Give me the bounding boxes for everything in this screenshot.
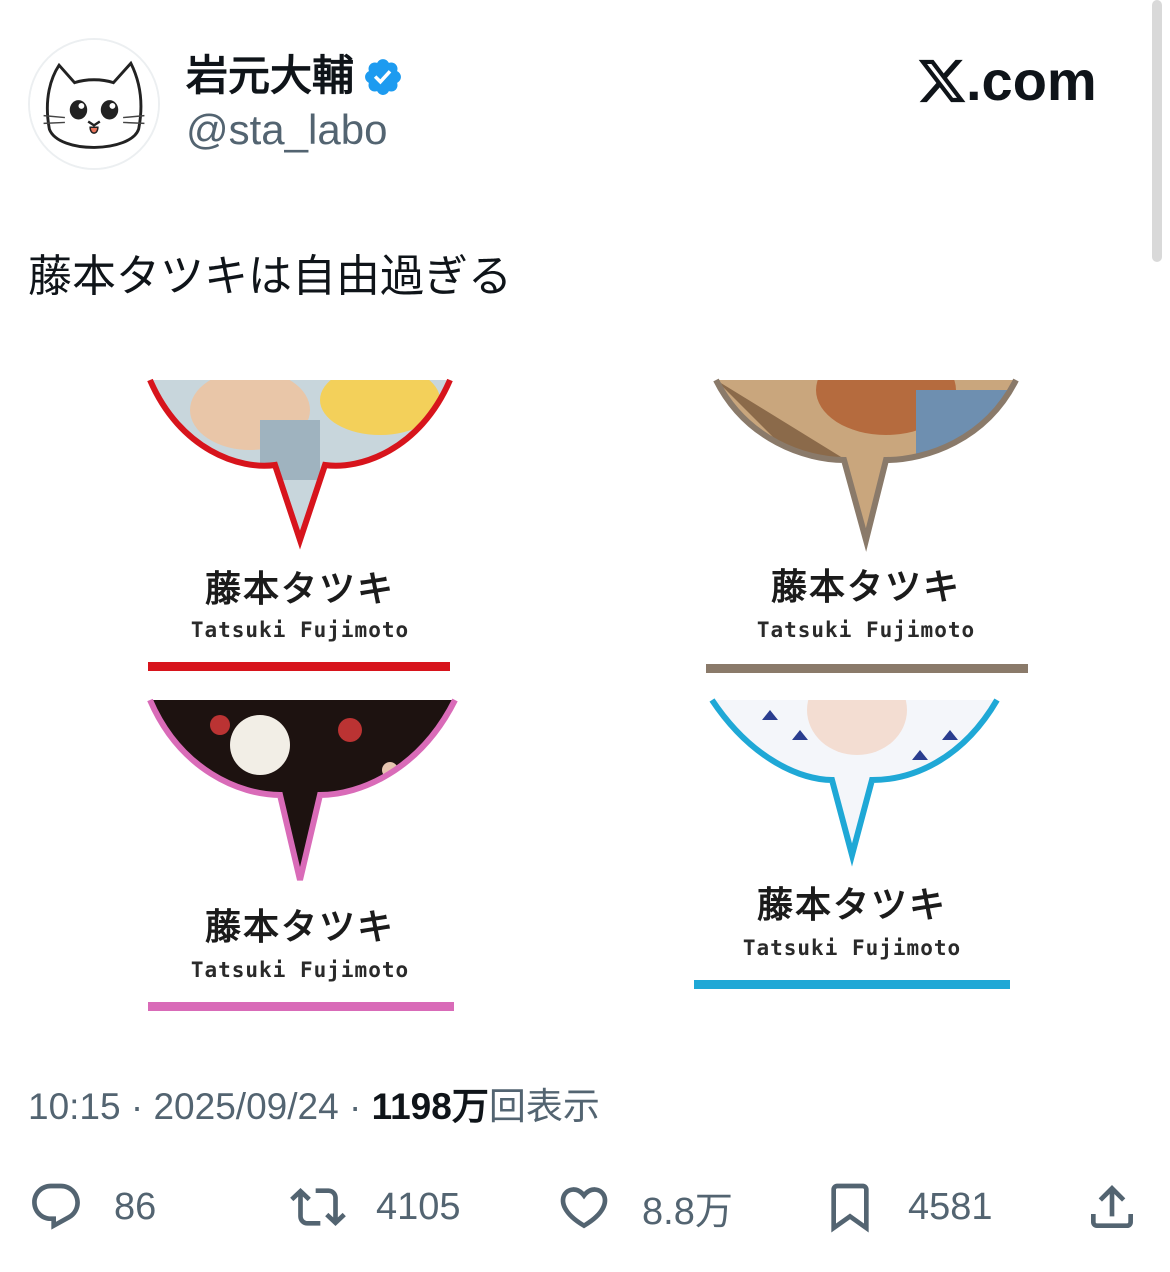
name-card-cyan: 藤本タツキ Tatsuki Fujimoto — [662, 698, 1042, 1030]
verified-badge-icon — [365, 59, 401, 95]
like-count: 8.8万 — [642, 1190, 733, 1233]
name-card-red: 藤本タツキ Tatsuki Fujimoto — [110, 378, 490, 710]
name-underline — [148, 1002, 454, 1011]
cat-face-icon — [30, 40, 158, 168]
views-label: 回表示 — [488, 1086, 600, 1127]
reply-button[interactable]: 86 — [28, 1172, 156, 1242]
name-underline — [148, 662, 450, 671]
speech-bubble-frame — [147, 378, 453, 550]
tweet-time[interactable]: 10:15 — [28, 1086, 121, 1127]
reply-icon — [32, 1183, 80, 1230]
views-count: 1198 — [371, 1086, 452, 1127]
speech-bubble-frame — [147, 698, 458, 881]
scrollbar[interactable] — [1152, 0, 1162, 262]
bookmark-icon — [831, 1183, 869, 1233]
x-brand-link[interactable]: .com — [916, 46, 1097, 116]
retweet-count: 4105 — [376, 1185, 461, 1228]
name-jp: 藤本タツキ — [756, 885, 947, 926]
name-underline — [706, 664, 1028, 673]
share-icon — [1091, 1185, 1133, 1228]
name-en: Tatsuki Fujimoto — [190, 958, 410, 982]
tweet-date[interactable]: 2025/09/24 — [153, 1086, 338, 1127]
reply-count: 86 — [114, 1185, 157, 1228]
share-button[interactable] — [1084, 1172, 1140, 1242]
name-en: Tatsuki Fujimoto — [756, 618, 976, 642]
name-underline — [694, 980, 1010, 989]
retweet-icon — [290, 1188, 346, 1226]
name-card-brown: 藤本タツキ Tatsuki Fujimoto — [676, 378, 1056, 710]
speech-bubble-frame — [713, 378, 1019, 552]
meta-separator: · — [130, 1086, 144, 1127]
retweet-button[interactable]: 4105 — [290, 1172, 461, 1242]
tweet-text: 藤本タツキは自由過ぎる — [28, 251, 512, 302]
name-card-pink: 藤本タツキ Tatsuki Fujimoto — [110, 698, 490, 1030]
handle[interactable]: @sta_labo — [186, 104, 387, 156]
meta-separator: · — [348, 1086, 362, 1127]
name-jp: 藤本タツキ — [770, 567, 961, 608]
name-en: Tatsuki Fujimoto — [742, 936, 962, 960]
like-button[interactable]: 8.8万 — [556, 1172, 733, 1242]
heart-icon — [560, 1187, 608, 1229]
name-en: Tatsuki Fujimoto — [190, 618, 410, 642]
tweet-meta: 10:15 · 2025/09/24 · 1198万回表示 — [28, 1082, 600, 1132]
x-logo-icon — [918, 59, 966, 103]
bookmark-button[interactable]: 4581 — [822, 1172, 993, 1242]
speech-bubble-frame — [709, 698, 1000, 867]
action-bar: 86 4105 8.8万 4581 — [0, 1172, 1170, 1242]
media-image[interactable]: 藤本タツキ Tatsuki Fujimoto 藤本タツキ Tatsuki Fuj… — [0, 340, 1170, 1040]
avatar[interactable] — [28, 38, 160, 170]
views-unit: 万 — [451, 1086, 489, 1127]
x-brand-text: .com — [966, 49, 1097, 112]
display-name[interactable]: 岩元大輔 — [186, 50, 354, 102]
name-jp: 藤本タツキ — [204, 907, 395, 948]
bookmark-count: 4581 — [908, 1185, 993, 1228]
name-jp: 藤本タツキ — [204, 569, 395, 610]
